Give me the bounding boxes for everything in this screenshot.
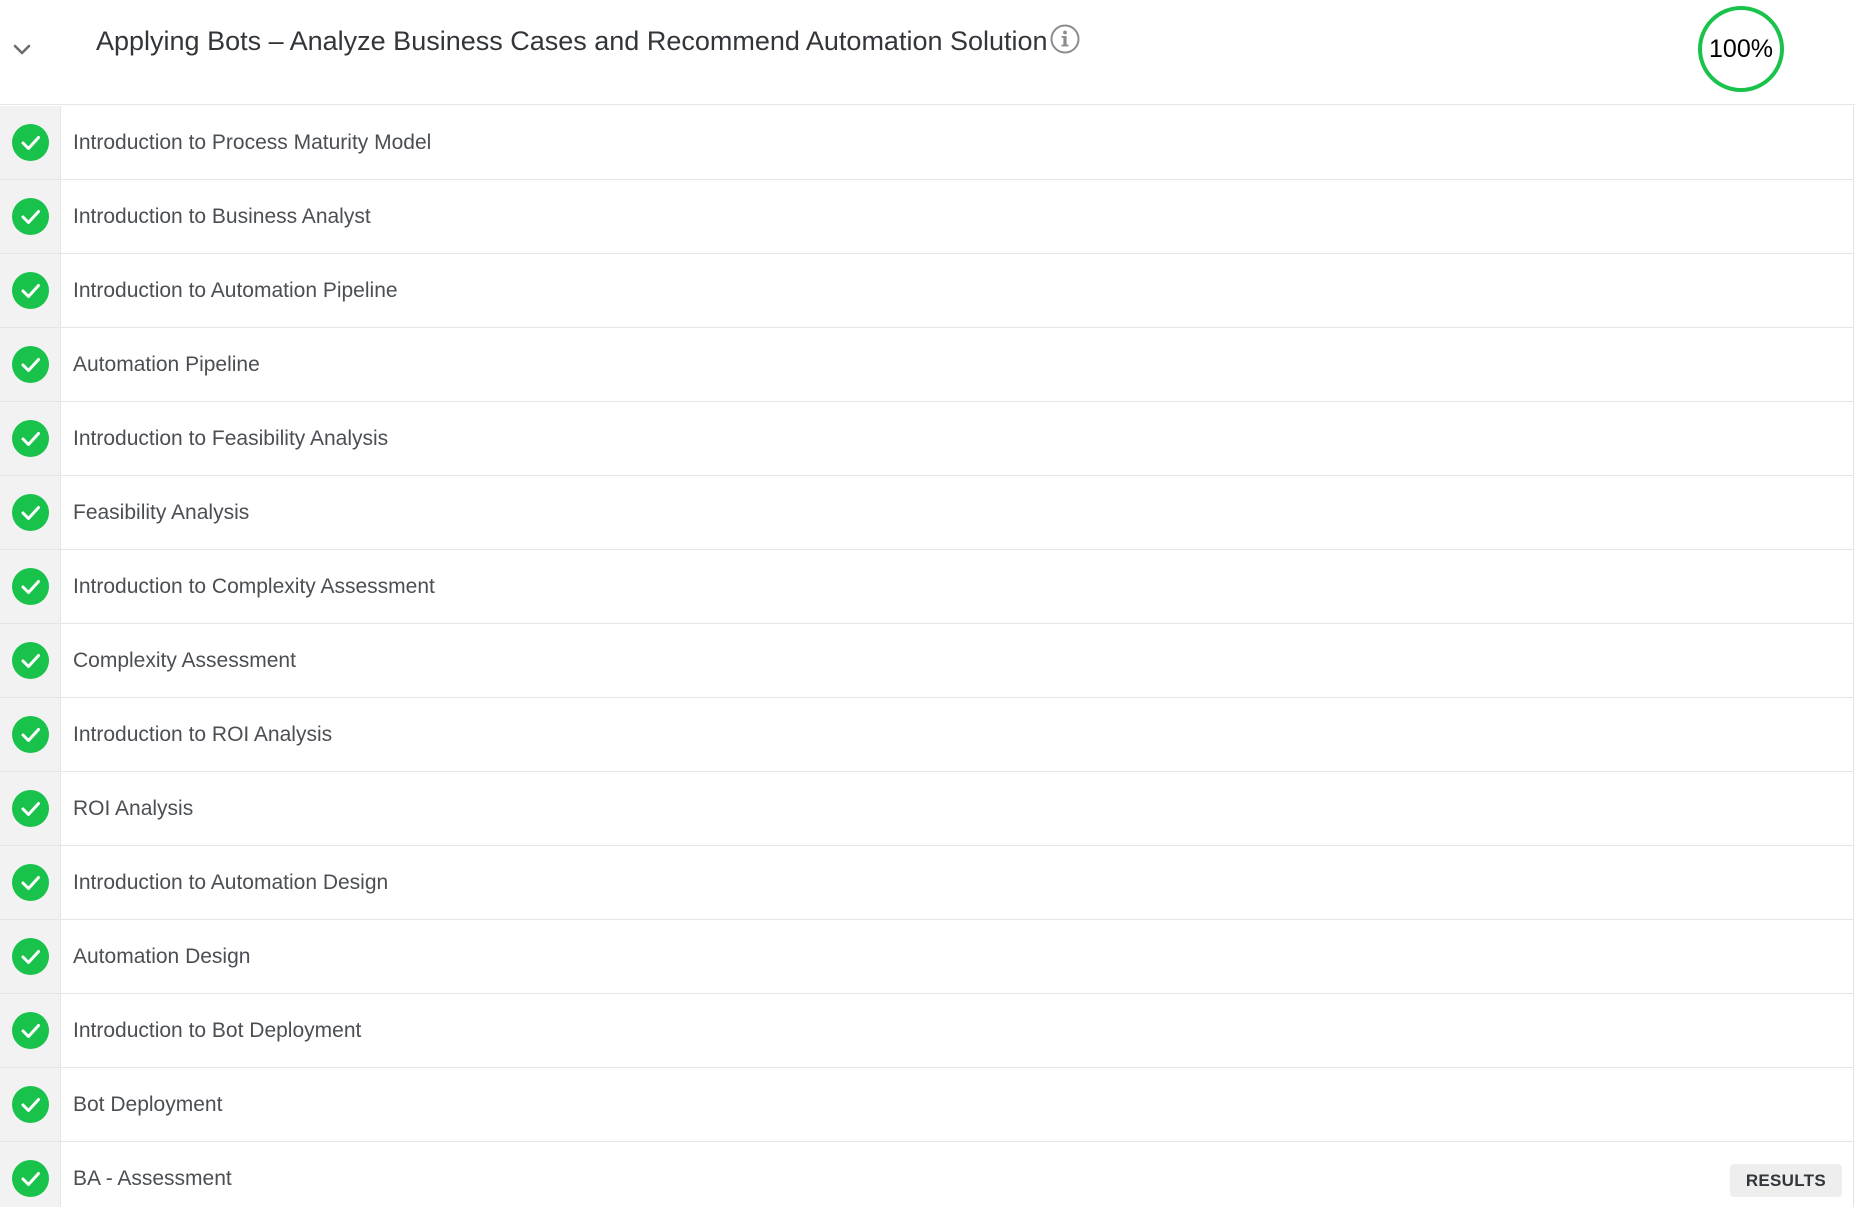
- results-button[interactable]: RESULTS: [1729, 1164, 1842, 1197]
- check-circle-icon: [12, 420, 49, 457]
- list-item-label: Bot Deployment: [73, 1093, 223, 1116]
- list-item-label: Introduction to Bot Deployment: [73, 1019, 362, 1042]
- list-item-label: Introduction to Business Analyst: [73, 205, 371, 228]
- info-icon[interactable]: [1049, 23, 1081, 55]
- check-circle-icon: [12, 1012, 49, 1049]
- status-cell: [0, 402, 61, 475]
- section-header[interactable]: Applying Bots – Analyze Business Cases a…: [0, 0, 1855, 105]
- list-item-label: Introduction to ROI Analysis: [73, 723, 333, 746]
- list-item[interactable]: Automation Pipeline: [0, 328, 1854, 402]
- list-item[interactable]: Feasibility Analysis: [0, 476, 1854, 550]
- list-item[interactable]: Introduction to Process Maturity Model: [0, 106, 1854, 180]
- list-item-label: Introduction to Automation Design: [73, 871, 389, 894]
- progress-value: 100%: [1709, 34, 1773, 63]
- check-circle-icon: [12, 1086, 49, 1123]
- list-item[interactable]: ROI Analysis: [0, 772, 1854, 846]
- status-cell: [0, 328, 61, 401]
- check-circle-icon: [12, 790, 49, 827]
- status-cell: [0, 698, 61, 771]
- check-circle-icon: [12, 568, 49, 605]
- status-cell: [0, 1068, 61, 1141]
- list-item[interactable]: Introduction to Feasibility Analysis: [0, 402, 1854, 476]
- status-cell: [0, 846, 61, 919]
- list-item-label: Automation Design: [73, 945, 251, 968]
- status-cell: [0, 624, 61, 697]
- status-cell: [0, 920, 61, 993]
- check-circle-icon: [12, 938, 49, 975]
- status-cell: [0, 180, 61, 253]
- list-item[interactable]: Introduction to Complexity Assessment: [0, 550, 1854, 624]
- list-item[interactable]: Introduction to Bot Deployment: [0, 994, 1854, 1068]
- list-item[interactable]: Complexity Assessment: [0, 624, 1854, 698]
- list-item-label: Introduction to Process Maturity Model: [73, 131, 432, 154]
- status-cell: [0, 550, 61, 623]
- course-section: Applying Bots – Analyze Business Cases a…: [0, 0, 1855, 1207]
- list-item-label: Complexity Assessment: [73, 649, 296, 672]
- list-item-label: ROI Analysis: [73, 797, 194, 820]
- list-item[interactable]: Introduction to Automation Design: [0, 846, 1854, 920]
- check-circle-icon: [12, 716, 49, 753]
- list-item[interactable]: Bot Deployment: [0, 1068, 1854, 1142]
- check-circle-icon: [12, 272, 49, 309]
- status-cell: [0, 1142, 61, 1207]
- status-cell: [0, 254, 61, 327]
- check-circle-icon: [12, 642, 49, 679]
- check-circle-icon: [12, 494, 49, 531]
- list-item[interactable]: Introduction to Business Analyst: [0, 180, 1854, 254]
- check-circle-icon: [12, 864, 49, 901]
- chevron-down-icon[interactable]: [9, 36, 35, 62]
- list-item-label: Feasibility Analysis: [73, 501, 250, 524]
- progress-indicator: 100%: [1698, 6, 1784, 92]
- list-item[interactable]: Automation Design: [0, 920, 1854, 994]
- lesson-list: Introduction to Process Maturity Model In…: [0, 106, 1854, 1207]
- list-item-label: Automation Pipeline: [73, 353, 260, 376]
- status-cell: [0, 772, 61, 845]
- status-cell: [0, 994, 61, 1067]
- check-circle-icon: [12, 346, 49, 383]
- status-cell: [0, 106, 61, 179]
- check-circle-icon: [12, 1160, 49, 1197]
- list-item-label: BA - Assessment: [73, 1167, 232, 1190]
- check-circle-icon: [12, 198, 49, 235]
- list-item[interactable]: BA - Assessment RESULTS: [0, 1142, 1854, 1207]
- list-item[interactable]: Introduction to ROI Analysis: [0, 698, 1854, 772]
- list-item-label: Introduction to Feasibility Analysis: [73, 427, 389, 450]
- list-item-label: Introduction to Automation Pipeline: [73, 279, 398, 302]
- check-circle-icon: [12, 124, 49, 161]
- list-item[interactable]: Introduction to Automation Pipeline: [0, 254, 1854, 328]
- status-cell: [0, 476, 61, 549]
- section-title: Applying Bots – Analyze Business Cases a…: [96, 26, 1048, 56]
- list-item-label: Introduction to Complexity Assessment: [73, 575, 435, 598]
